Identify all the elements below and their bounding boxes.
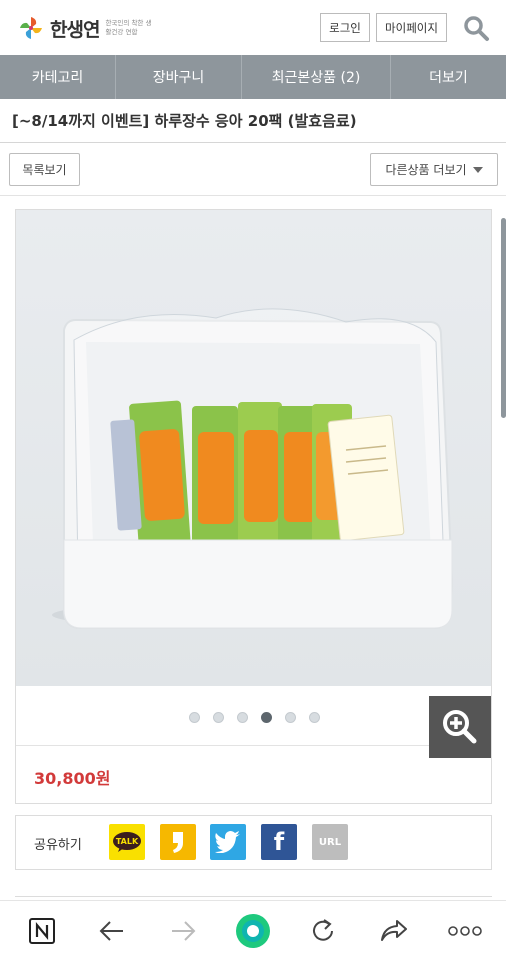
product-title: [~8/14까지 이벤트] 하루장수 응아 20팩 (발효음료) <box>0 99 506 143</box>
zoom-button[interactable] <box>429 696 491 758</box>
kakaotalk-icon: TALK <box>113 832 141 852</box>
nav-item-cart[interactable]: 장바구니 <box>116 55 242 99</box>
pinwheel-logo-icon <box>20 17 42 39</box>
search-icon[interactable] <box>462 14 490 42</box>
site-header: 한생연 한국인의 착한 생활건강 연합 로그인 마이페이지 <box>0 0 506 55</box>
image-pagination <box>16 712 491 723</box>
product-photo-illustration <box>52 308 454 629</box>
browser-toolbar <box>0 900 506 960</box>
kakaostory-share-button[interactable] <box>160 824 196 860</box>
share-panel: 공유하기 TALK f URL <box>15 815 492 870</box>
back-arrow-icon[interactable] <box>96 915 128 947</box>
naver-icon[interactable] <box>26 915 58 947</box>
forward-arrow-icon[interactable] <box>167 915 199 947</box>
more-icon[interactable] <box>447 915 483 947</box>
pagination-dot[interactable] <box>284 712 296 723</box>
divider <box>0 195 506 196</box>
product-image[interactable] <box>16 210 491 686</box>
zoom-in-icon <box>443 710 477 744</box>
pagination-dot[interactable] <box>308 712 320 723</box>
scrollbar-thumb[interactable] <box>501 218 506 418</box>
product-price: 30,800원 <box>34 769 111 788</box>
login-button[interactable]: 로그인 <box>320 13 370 42</box>
main-nav: 카테고리 장바구니 최근본상품 (2) 더보기 <box>0 55 506 99</box>
kakaotalk-share-button[interactable]: TALK <box>109 824 145 860</box>
refresh-icon[interactable] <box>307 915 339 947</box>
divider <box>15 896 492 897</box>
pagination-dot[interactable] <box>212 712 224 723</box>
more-products-dropdown[interactable]: 다른상품 더보기 <box>370 153 498 186</box>
back-to-list-button[interactable]: 목록보기 <box>9 153 80 186</box>
kakaotalk-label: TALK <box>116 837 139 846</box>
pagination-dot[interactable] <box>188 712 200 723</box>
mypage-button[interactable]: 마이페이지 <box>376 13 447 42</box>
logo-subtitle: 한국인의 착한 생활건강 연합 <box>105 19 152 36</box>
more-products-label: 다른상품 더보기 <box>385 163 467 177</box>
facebook-icon: f <box>273 828 285 856</box>
twitter-share-button[interactable] <box>210 824 246 860</box>
chevron-down-icon <box>472 166 483 173</box>
nav-item-more[interactable]: 더보기 <box>391 55 506 99</box>
home-circle-icon[interactable] <box>235 913 271 949</box>
copy-url-button[interactable]: URL <box>312 824 348 860</box>
twitter-bird-icon <box>215 831 240 853</box>
facebook-share-button[interactable]: f <box>261 824 297 860</box>
url-label: URL <box>318 836 342 848</box>
site-logo[interactable]: 한생연 한국인의 착한 생활건강 연합 <box>18 14 151 42</box>
pagination-dot[interactable] <box>236 712 248 723</box>
nav-item-recent[interactable]: 최근본상품 (2) <box>242 55 391 99</box>
logo-text: 한생연 <box>50 18 100 41</box>
share-label: 공유하기 <box>34 838 82 853</box>
divider <box>16 745 491 746</box>
product-gallery: 30,800원 <box>15 209 492 804</box>
pagination-dot-active[interactable] <box>260 712 272 723</box>
share-icon[interactable] <box>378 915 410 947</box>
nav-item-category[interactable]: 카테고리 <box>0 55 116 99</box>
kakaostory-icon <box>173 832 183 853</box>
